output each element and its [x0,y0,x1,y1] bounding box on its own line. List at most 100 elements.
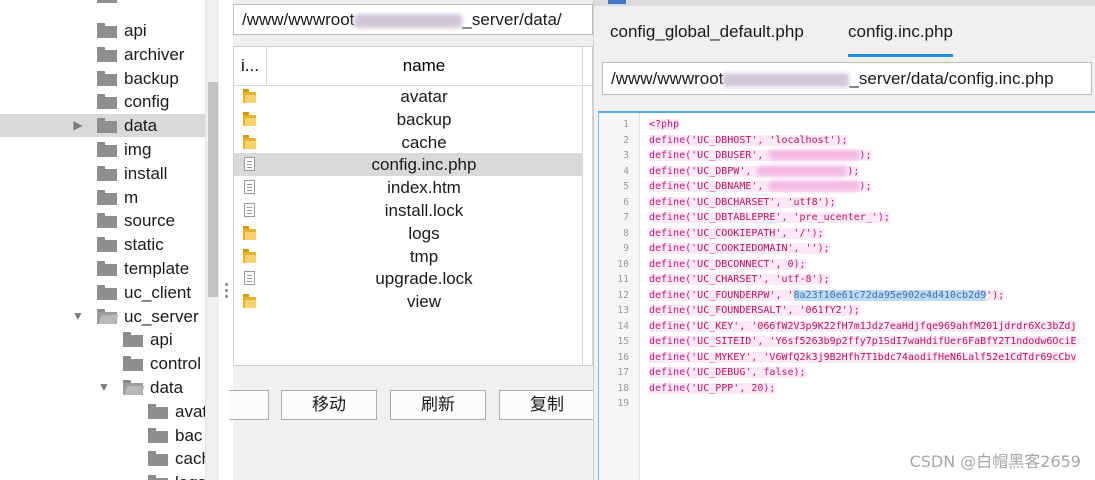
move-button[interactable]: 移动 [281,390,377,420]
code-line: define('UC_DBPW', ); [649,165,860,177]
tree-item[interactable]: source [0,209,205,232]
line-number: 1 [623,119,629,130]
config-key: UC_DBHOST [697,134,752,146]
path-prefix: /www/wwwroot [242,10,355,29]
file-row[interactable]: index.htm [234,176,582,199]
folder-icon [148,475,168,480]
file-row[interactable]: upgrade.lock [234,267,582,290]
tree-item[interactable]: img [0,138,205,161]
expand-down-icon[interactable]: ▼ [71,305,85,328]
line-number: 15 [617,336,629,347]
tree-item[interactable]: install [0,162,205,185]
code-line: define('UC_MYKEY', 'V6WfQ2k3j9B2Hfh7T1bd… [649,351,1077,363]
code-line: define('UC_DBNAME', ); [649,181,872,192]
config-key: UC_PPP [697,382,734,394]
folder-icon [97,189,117,205]
redacted-value [769,181,860,191]
tree-item[interactable]: template [0,257,205,280]
tree-item-label: source [124,211,176,231]
refresh-button[interactable]: 刷新 [390,390,486,420]
tree-item[interactable]: static [0,233,205,256]
code-line: define('UC_CHARSET', 'utf-8'); [649,274,830,285]
column-header-name[interactable]: name [266,47,583,85]
folder-icon [123,356,143,372]
copy-button[interactable]: 复制 [499,390,595,420]
tree-item[interactable]: bac [0,424,205,447]
editor-path-prefix: /www/wwwroot [611,69,724,88]
file-name: backup [396,109,452,129]
tree-item[interactable]: uc_client [0,281,205,304]
tree-item[interactable]: cach [0,447,205,470]
file-icon [244,180,255,195]
config-key: UC_DBCONNECT [697,258,770,270]
tree-item[interactable]: avat [0,400,205,423]
line-number: 2 [623,134,629,146]
tree-item-label: api [150,330,173,350]
tree-item-label: backup [124,68,179,88]
folder-icon [97,284,117,300]
config-key: UC_COOKIEPATH [697,227,776,239]
column-header-icon[interactable]: i... [234,47,267,85]
folder-open-icon [123,380,145,395]
tree-item-label: data [124,116,158,136]
tree-scrollbar-thumb[interactable] [208,82,218,297]
editor-path-bar[interactable]: /www/wwwroot _server/data/config.inc.php [602,62,1092,95]
window-icon [608,0,626,4]
config-value: '' [805,243,818,254]
folder-icon [123,332,143,348]
tree-item[interactable]: m [0,186,205,209]
file-icon [244,203,255,217]
folder-icon [97,213,117,229]
file-row[interactable]: view [234,290,582,313]
folder-icon [97,142,117,157]
redacted-value [757,165,848,176]
file-row[interactable]: config.inc.php [234,153,582,177]
tree-item[interactable]: api [0,19,205,42]
code-line: define('UC_DEBUG', false); [649,367,806,378]
tab-config-inc[interactable]: config.inc.php [848,14,953,57]
expand-right-icon[interactable]: ▶ [71,114,85,137]
tree-item[interactable]: logs [0,471,205,480]
selected-hash-value[interactable]: 8a23f10e61c72da95e902e4d410cb2d9 [793,289,987,301]
file-row[interactable]: cache [234,131,582,154]
tree-item[interactable]: backup [0,67,205,90]
config-value: '066fW2V3p9K22fH7m1Jdz7eaHdjfqe969ahfM20… [751,320,1077,332]
file-row[interactable]: tmp [234,245,582,268]
code-area[interactable]: 1 2 3 4 5 6 7 8 9 10 11 12 13 14 15 16 17 18 19 <?php defin… [598,111,1095,480]
file-row[interactable]: logs [234,222,582,245]
tree-item-label: bac [175,425,203,445]
tree-item-partial[interactable] [0,0,205,7]
line-number: 5 [623,181,629,192]
line-number: 8 [623,227,629,239]
tree-item-label: config [124,92,170,112]
code-line: define('UC_FOUNDERSALT', '061fY2'); [649,305,860,316]
tree-scrollbar[interactable] [205,0,220,480]
line-number: 10 [617,258,629,270]
file-row[interactable]: install.lock [234,199,582,222]
current-path-bar[interactable]: /www/wwwroot _server/data/ [233,4,593,35]
config-value: '061fY2' [799,305,848,316]
code-line: define('UC_SITEID', 'Y6sf5263b9p2ffy7p1S… [649,336,1077,347]
config-key: UC_DBCHARSET [697,196,770,208]
file-row[interactable]: backup [234,108,582,131]
config-value: false [763,367,794,378]
tree-item[interactable]: ▶ data [0,114,205,138]
folder-icon [97,46,117,62]
tree-item[interactable]: control [0,352,205,375]
tree-item-label: avat [175,401,205,421]
tree-item[interactable]: config [0,90,205,113]
line-number: 7 [623,212,629,223]
tree-item[interactable]: api [0,328,205,351]
expand-down-icon[interactable]: ▼ [97,376,111,399]
file-row[interactable]: avatar [234,85,582,108]
partial-button[interactable] [229,390,269,420]
path-suffix: _server/data/ [462,10,562,29]
tab-config-global-default[interactable]: config_global_default.php [610,14,804,54]
redacted-value [769,150,860,160]
file-name: cache [401,132,447,152]
tree-item[interactable]: archiver [0,43,205,66]
tree-item-label: m [124,187,139,207]
config-key: UC_SITEID [697,336,752,347]
tree-item[interactable]: ▼ uc_server [0,305,205,328]
tree-item[interactable]: ▼ data [0,376,205,399]
